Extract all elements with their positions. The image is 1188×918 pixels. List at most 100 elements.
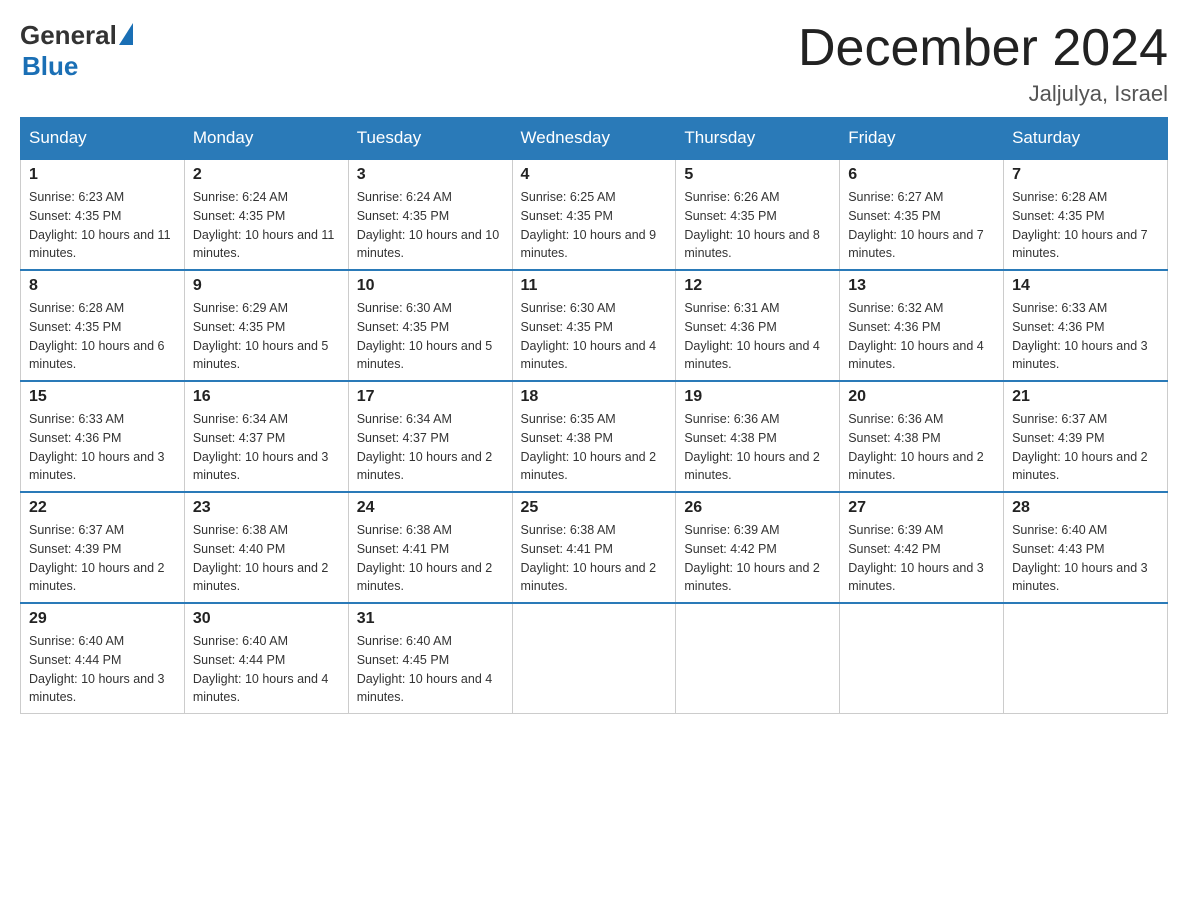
- day-number: 5: [684, 166, 831, 184]
- day-number: 13: [848, 277, 995, 295]
- calendar-table: SundayMondayTuesdayWednesdayThursdayFrid…: [20, 117, 1168, 714]
- calendar-cell: 10Sunrise: 6:30 AMSunset: 4:35 PMDayligh…: [348, 270, 512, 381]
- day-number: 18: [521, 388, 668, 406]
- day-info: Sunrise: 6:23 AMSunset: 4:35 PMDaylight:…: [29, 188, 176, 263]
- day-info: Sunrise: 6:30 AMSunset: 4:35 PMDaylight:…: [357, 299, 504, 374]
- calendar-cell: 2 Sunrise: 6:24 AMSunset: 4:35 PMDaylight…: [184, 159, 348, 270]
- day-number: 19: [684, 388, 831, 406]
- week-row-1: 1 Sunrise: 6:23 AMSunset: 4:35 PMDaylight…: [21, 159, 1168, 270]
- calendar-cell: 30 Sunrise: 6:40 AMSunset: 4:44 PMDayligh…: [184, 603, 348, 714]
- day-number: 4: [521, 166, 668, 184]
- logo-triangle-icon: [119, 23, 133, 45]
- title-section: December 2024 Jaljulya, Israel: [798, 20, 1168, 107]
- day-info: Sunrise: 6:40 AMSunset: 4:44 PMDaylight:…: [193, 632, 340, 707]
- calendar-cell: 28 Sunrise: 6:40 AMSunset: 4:43 PMDayligh…: [1004, 492, 1168, 603]
- calendar-cell: [840, 603, 1004, 714]
- day-number: 30: [193, 610, 340, 628]
- calendar-cell: 22 Sunrise: 6:37 AMSunset: 4:39 PMDayligh…: [21, 492, 185, 603]
- day-info: Sunrise: 6:33 AMSunset: 4:36 PMDaylight:…: [29, 410, 176, 485]
- day-info: Sunrise: 6:28 AMSunset: 4:35 PMDaylight:…: [1012, 188, 1159, 263]
- column-header-saturday: Saturday: [1004, 118, 1168, 160]
- page-header: General Blue December 2024 Jaljulya, Isr…: [20, 20, 1168, 107]
- logo-general-text: General: [20, 20, 117, 51]
- location-text: Jaljulya, Israel: [798, 81, 1168, 107]
- calendar-cell: [676, 603, 840, 714]
- calendar-cell: 29Sunrise: 6:40 AMSunset: 4:44 PMDayligh…: [21, 603, 185, 714]
- logo-line1: General: [20, 20, 133, 51]
- day-number: 31: [357, 610, 504, 628]
- calendar-cell: 25 Sunrise: 6:38 AMSunset: 4:41 PMDayligh…: [512, 492, 676, 603]
- day-info: Sunrise: 6:38 AMSunset: 4:40 PMDaylight:…: [193, 521, 340, 596]
- day-info: Sunrise: 6:30 AMSunset: 4:35 PMDaylight:…: [521, 299, 668, 374]
- calendar-cell: 14Sunrise: 6:33 AMSunset: 4:36 PMDayligh…: [1004, 270, 1168, 381]
- calendar-cell: 17Sunrise: 6:34 AMSunset: 4:37 PMDayligh…: [348, 381, 512, 492]
- calendar-cell: [1004, 603, 1168, 714]
- day-info: Sunrise: 6:37 AMSunset: 4:39 PMDaylight:…: [1012, 410, 1159, 485]
- day-number: 11: [521, 277, 668, 295]
- day-number: 20: [848, 388, 995, 406]
- calendar-cell: 16Sunrise: 6:34 AMSunset: 4:37 PMDayligh…: [184, 381, 348, 492]
- week-row-3: 15 Sunrise: 6:33 AMSunset: 4:36 PMDayligh…: [21, 381, 1168, 492]
- day-info: Sunrise: 6:34 AMSunset: 4:37 PMDaylight:…: [357, 410, 504, 485]
- calendar-cell: 9Sunrise: 6:29 AMSunset: 4:35 PMDaylight…: [184, 270, 348, 381]
- calendar-cell: 8Sunrise: 6:28 AMSunset: 4:35 PMDaylight…: [21, 270, 185, 381]
- day-info: Sunrise: 6:40 AMSunset: 4:43 PMDaylight:…: [1012, 521, 1159, 596]
- day-info: Sunrise: 6:33 AMSunset: 4:36 PMDaylight:…: [1012, 299, 1159, 374]
- day-number: 27: [848, 499, 995, 517]
- day-info: Sunrise: 6:26 AMSunset: 4:35 PMDaylight:…: [684, 188, 831, 263]
- day-info: Sunrise: 6:27 AMSunset: 4:35 PMDaylight:…: [848, 188, 995, 263]
- day-info: Sunrise: 6:24 AMSunset: 4:35 PMDaylight:…: [357, 188, 504, 263]
- calendar-cell: 4 Sunrise: 6:25 AMSunset: 4:35 PMDaylight…: [512, 159, 676, 270]
- calendar-cell: 24 Sunrise: 6:38 AMSunset: 4:41 PMDayligh…: [348, 492, 512, 603]
- calendar-cell: 19 Sunrise: 6:36 AMSunset: 4:38 PMDayligh…: [676, 381, 840, 492]
- calendar-cell: 26 Sunrise: 6:39 AMSunset: 4:42 PMDayligh…: [676, 492, 840, 603]
- day-info: Sunrise: 6:36 AMSunset: 4:38 PMDaylight:…: [684, 410, 831, 485]
- calendar-cell: 21 Sunrise: 6:37 AMSunset: 4:39 PMDayligh…: [1004, 381, 1168, 492]
- calendar-cell: 18 Sunrise: 6:35 AMSunset: 4:38 PMDayligh…: [512, 381, 676, 492]
- day-info: Sunrise: 6:36 AMSunset: 4:38 PMDaylight:…: [848, 410, 995, 485]
- day-number: 28: [1012, 499, 1159, 517]
- calendar-cell: 11 Sunrise: 6:30 AMSunset: 4:35 PMDayligh…: [512, 270, 676, 381]
- day-number: 12: [684, 277, 831, 295]
- day-number: 24: [357, 499, 504, 517]
- day-number: 2: [193, 166, 340, 184]
- day-info: Sunrise: 6:35 AMSunset: 4:38 PMDaylight:…: [521, 410, 668, 485]
- day-number: 16: [193, 388, 340, 406]
- day-number: 15: [29, 388, 176, 406]
- column-header-sunday: Sunday: [21, 118, 185, 160]
- day-number: 29: [29, 610, 176, 628]
- calendar-cell: 15 Sunrise: 6:33 AMSunset: 4:36 PMDayligh…: [21, 381, 185, 492]
- calendar-cell: 12Sunrise: 6:31 AMSunset: 4:36 PMDayligh…: [676, 270, 840, 381]
- day-info: Sunrise: 6:32 AMSunset: 4:36 PMDaylight:…: [848, 299, 995, 374]
- day-info: Sunrise: 6:38 AMSunset: 4:41 PMDaylight:…: [357, 521, 504, 596]
- logo: General Blue: [20, 20, 133, 82]
- calendar-cell: 20 Sunrise: 6:36 AMSunset: 4:38 PMDayligh…: [840, 381, 1004, 492]
- day-number: 3: [357, 166, 504, 184]
- column-header-tuesday: Tuesday: [348, 118, 512, 160]
- day-number: 25: [521, 499, 668, 517]
- day-info: Sunrise: 6:40 AMSunset: 4:45 PMDaylight:…: [357, 632, 504, 707]
- day-number: 22: [29, 499, 176, 517]
- day-info: Sunrise: 6:29 AMSunset: 4:35 PMDaylight:…: [193, 299, 340, 374]
- day-info: Sunrise: 6:24 AMSunset: 4:35 PMDaylight:…: [193, 188, 340, 263]
- calendar-cell: 1 Sunrise: 6:23 AMSunset: 4:35 PMDaylight…: [21, 159, 185, 270]
- calendar-cell: 3 Sunrise: 6:24 AMSunset: 4:35 PMDaylight…: [348, 159, 512, 270]
- day-info: Sunrise: 6:37 AMSunset: 4:39 PMDaylight:…: [29, 521, 176, 596]
- day-number: 1: [29, 166, 176, 184]
- calendar-header-row: SundayMondayTuesdayWednesdayThursdayFrid…: [21, 118, 1168, 160]
- calendar-cell: 6 Sunrise: 6:27 AMSunset: 4:35 PMDaylight…: [840, 159, 1004, 270]
- day-number: 21: [1012, 388, 1159, 406]
- calendar-cell: 5 Sunrise: 6:26 AMSunset: 4:35 PMDaylight…: [676, 159, 840, 270]
- calendar-cell: 7Sunrise: 6:28 AMSunset: 4:35 PMDaylight…: [1004, 159, 1168, 270]
- day-number: 26: [684, 499, 831, 517]
- day-number: 8: [29, 277, 176, 295]
- calendar-cell: 27Sunrise: 6:39 AMSunset: 4:42 PMDayligh…: [840, 492, 1004, 603]
- column-header-wednesday: Wednesday: [512, 118, 676, 160]
- day-info: Sunrise: 6:25 AMSunset: 4:35 PMDaylight:…: [521, 188, 668, 263]
- column-header-monday: Monday: [184, 118, 348, 160]
- column-header-thursday: Thursday: [676, 118, 840, 160]
- day-info: Sunrise: 6:38 AMSunset: 4:41 PMDaylight:…: [521, 521, 668, 596]
- calendar-cell: [512, 603, 676, 714]
- day-number: 6: [848, 166, 995, 184]
- day-info: Sunrise: 6:39 AMSunset: 4:42 PMDaylight:…: [684, 521, 831, 596]
